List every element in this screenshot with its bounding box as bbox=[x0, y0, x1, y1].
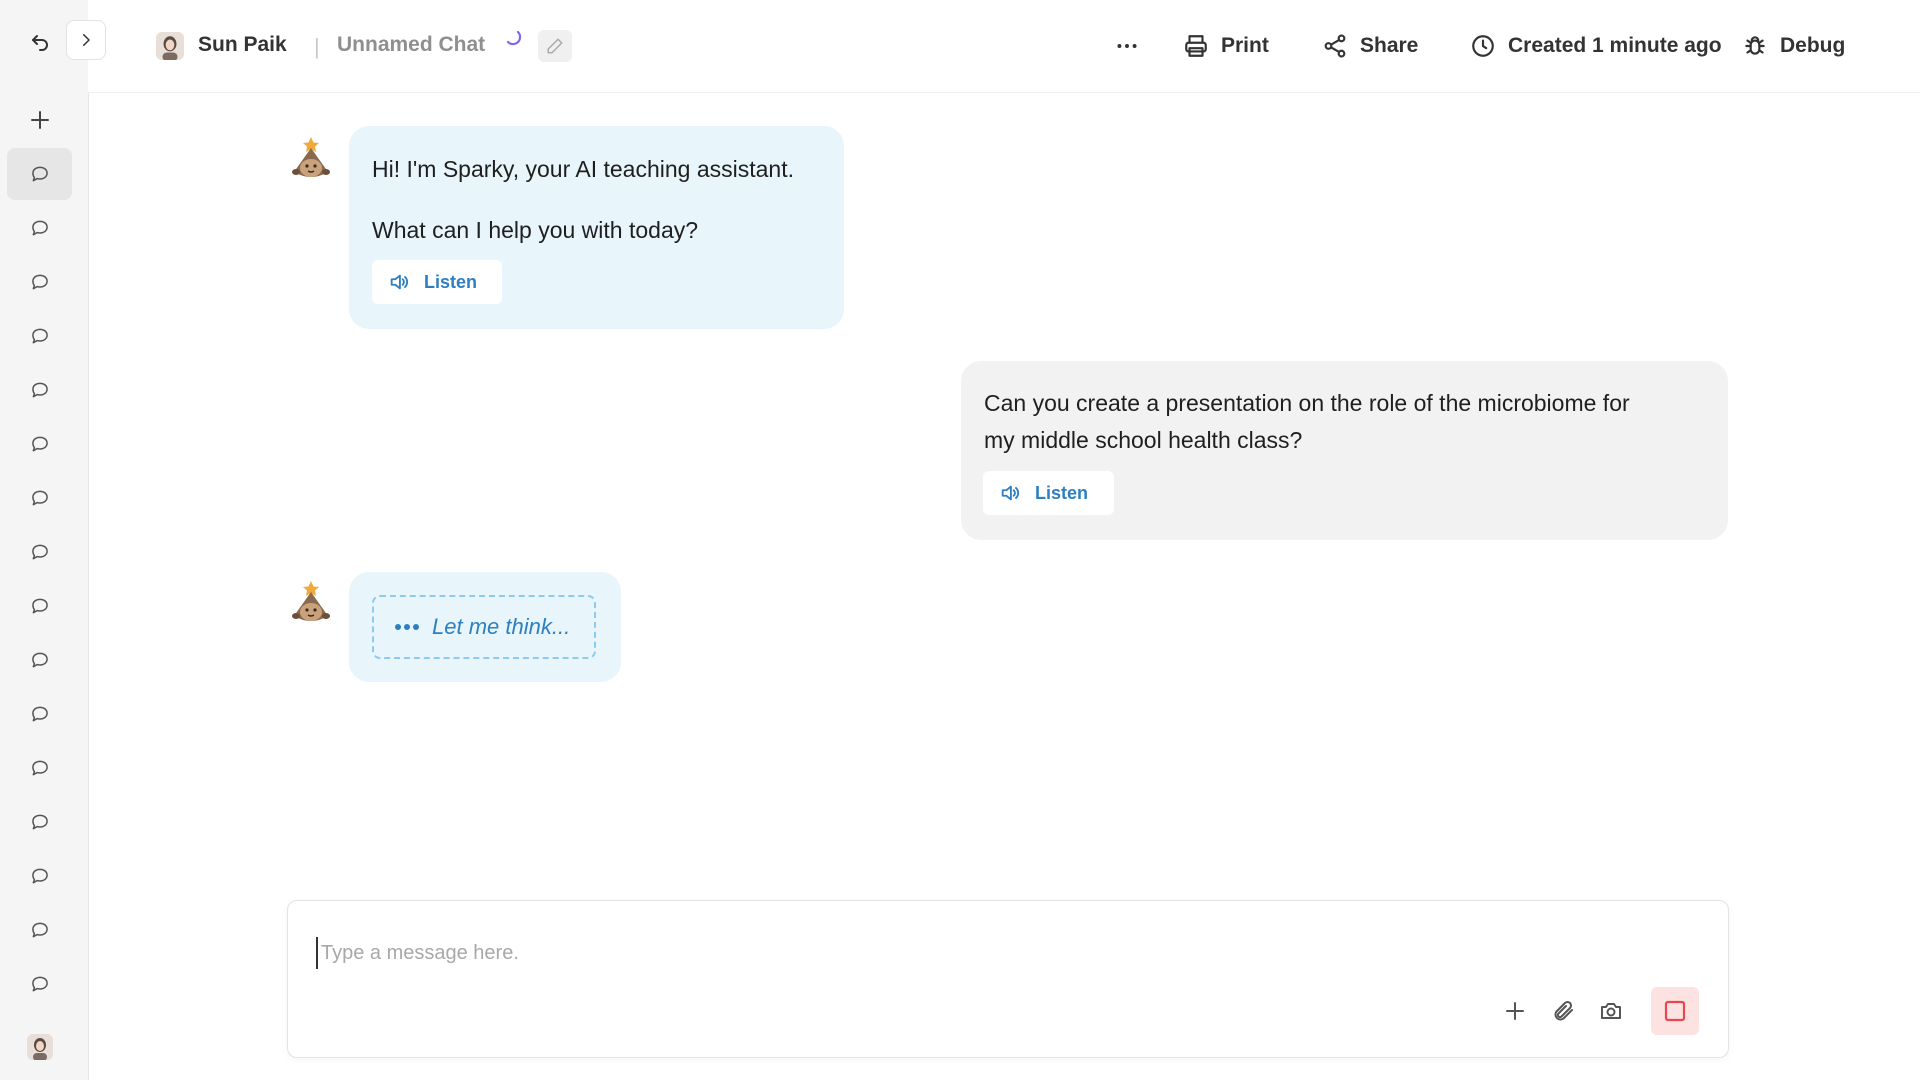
print-label: Print bbox=[1221, 34, 1269, 57]
attach-file-button[interactable] bbox=[1543, 989, 1583, 1033]
listen-label: Listen bbox=[424, 271, 478, 292]
debug-label: Debug bbox=[1780, 34, 1846, 57]
user-name: Sun Paik bbox=[198, 33, 287, 56]
chat-history-item[interactable] bbox=[7, 580, 72, 632]
debug-button[interactable]: Debug bbox=[1742, 28, 1845, 64]
pencil-icon bbox=[547, 38, 563, 54]
new-chat-button[interactable] bbox=[20, 100, 60, 140]
clock-icon bbox=[1472, 35, 1494, 57]
chat-history-item[interactable] bbox=[7, 202, 72, 254]
message-text: my middle school health class? bbox=[984, 427, 1303, 453]
expand-sidebar-button[interactable] bbox=[66, 20, 106, 60]
chat-bubble-icon bbox=[31, 274, 48, 290]
chat-history-item[interactable] bbox=[7, 958, 72, 1010]
chat-bubble-icon bbox=[31, 868, 48, 884]
print-button[interactable]: Print bbox=[1183, 28, 1269, 64]
more-horizontal-icon bbox=[1117, 44, 1137, 48]
chat-bubble-icon bbox=[31, 436, 48, 452]
chat-history-item[interactable] bbox=[7, 850, 72, 902]
sparky-avatar bbox=[285, 578, 337, 630]
back-button[interactable] bbox=[20, 22, 60, 62]
assistant-message-bubble: Hi! I'm Sparky, your AI teaching assista… bbox=[349, 126, 844, 329]
chat-bubble-icon bbox=[31, 814, 48, 830]
rename-chat-button[interactable] bbox=[538, 30, 572, 62]
user-message-bubble: Can you create a presentation on the rol… bbox=[961, 361, 1728, 540]
share-label: Share bbox=[1360, 34, 1419, 57]
chat-history-item[interactable] bbox=[7, 742, 72, 794]
printer-icon bbox=[1185, 35, 1207, 57]
created-time-label: Created 1 minute ago bbox=[1508, 34, 1722, 57]
bug-icon bbox=[1745, 36, 1765, 55]
more-options-button[interactable] bbox=[1114, 28, 1140, 64]
chat-bubble-icon bbox=[31, 760, 48, 776]
plus-icon bbox=[31, 111, 49, 129]
sidebar bbox=[0, 0, 89, 1080]
chat-title[interactable]: Unnamed Chat bbox=[337, 33, 485, 57]
chat-bubble-icon bbox=[31, 652, 48, 668]
chat-header: Sun Paik | Unnamed Chat Print Share Crea… bbox=[88, 0, 1920, 93]
speaker-icon bbox=[1001, 485, 1020, 501]
listen-label: Listen bbox=[1035, 482, 1089, 503]
chat-history-item[interactable] bbox=[7, 904, 72, 956]
back-icon bbox=[32, 35, 48, 51]
chat-bubble-icon bbox=[31, 166, 48, 182]
chat-history-item[interactable] bbox=[7, 472, 72, 524]
message-input[interactable] bbox=[316, 937, 1623, 969]
chat-history-item[interactable] bbox=[7, 688, 72, 740]
stop-icon bbox=[1664, 1000, 1686, 1022]
stop-generation-button[interactable] bbox=[1651, 987, 1699, 1035]
message-text: Hi! I'm Sparky, your AI teaching assista… bbox=[372, 156, 794, 182]
chat-bubble-icon bbox=[31, 220, 48, 236]
chat-history-item[interactable] bbox=[7, 634, 72, 686]
plus-icon bbox=[1506, 1002, 1524, 1020]
chat-history-item[interactable] bbox=[7, 418, 72, 470]
thinking-label: Let me think... bbox=[432, 614, 571, 639]
share-button[interactable]: Share bbox=[1322, 28, 1418, 64]
chat-bubble-icon bbox=[31, 328, 48, 344]
share-icon bbox=[1324, 34, 1346, 58]
typing-dots-icon bbox=[395, 624, 419, 630]
camera-button[interactable] bbox=[1591, 989, 1631, 1033]
created-time-button[interactable]: Created 1 minute ago bbox=[1470, 28, 1722, 64]
header-separator: | bbox=[314, 34, 320, 59]
loading-spinner-icon bbox=[502, 26, 522, 51]
chat-bubble-icon bbox=[31, 544, 48, 560]
user-avatar[interactable] bbox=[27, 1034, 53, 1060]
assistant-thinking-bubble: Let me think... bbox=[349, 572, 621, 682]
chat-history-item[interactable] bbox=[7, 526, 72, 578]
listen-button[interactable]: Listen bbox=[983, 471, 1114, 515]
chat-bubble-icon bbox=[31, 706, 48, 722]
sparky-avatar bbox=[285, 134, 337, 186]
chat-history-item[interactable] bbox=[7, 364, 72, 416]
chat-bubble-icon bbox=[31, 490, 48, 506]
chat-history-item[interactable] bbox=[7, 310, 72, 362]
thinking-indicator: Let me think... bbox=[372, 595, 596, 659]
chat-bubble-icon bbox=[31, 598, 48, 614]
chevron-right-icon bbox=[83, 34, 90, 46]
paperclip-icon bbox=[1554, 1000, 1573, 1021]
message-text: What can I help you with today? bbox=[372, 217, 699, 243]
add-button[interactable] bbox=[1495, 989, 1535, 1033]
message-text: Can you create a presentation on the rol… bbox=[984, 390, 1630, 416]
chat-history-list bbox=[7, 148, 72, 1012]
chat-bubble-icon bbox=[31, 922, 48, 938]
user-avatar bbox=[156, 32, 184, 60]
speaker-icon bbox=[390, 274, 409, 290]
chat-history-item[interactable] bbox=[7, 256, 72, 308]
camera-icon bbox=[1601, 1003, 1621, 1019]
message-composer bbox=[287, 900, 1729, 1058]
chat-history-item[interactable] bbox=[7, 796, 72, 848]
chat-bubble-icon bbox=[31, 382, 48, 398]
chat-history-item[interactable] bbox=[7, 148, 72, 200]
chat-bubble-icon bbox=[31, 976, 48, 992]
listen-button[interactable]: Listen bbox=[372, 260, 502, 304]
